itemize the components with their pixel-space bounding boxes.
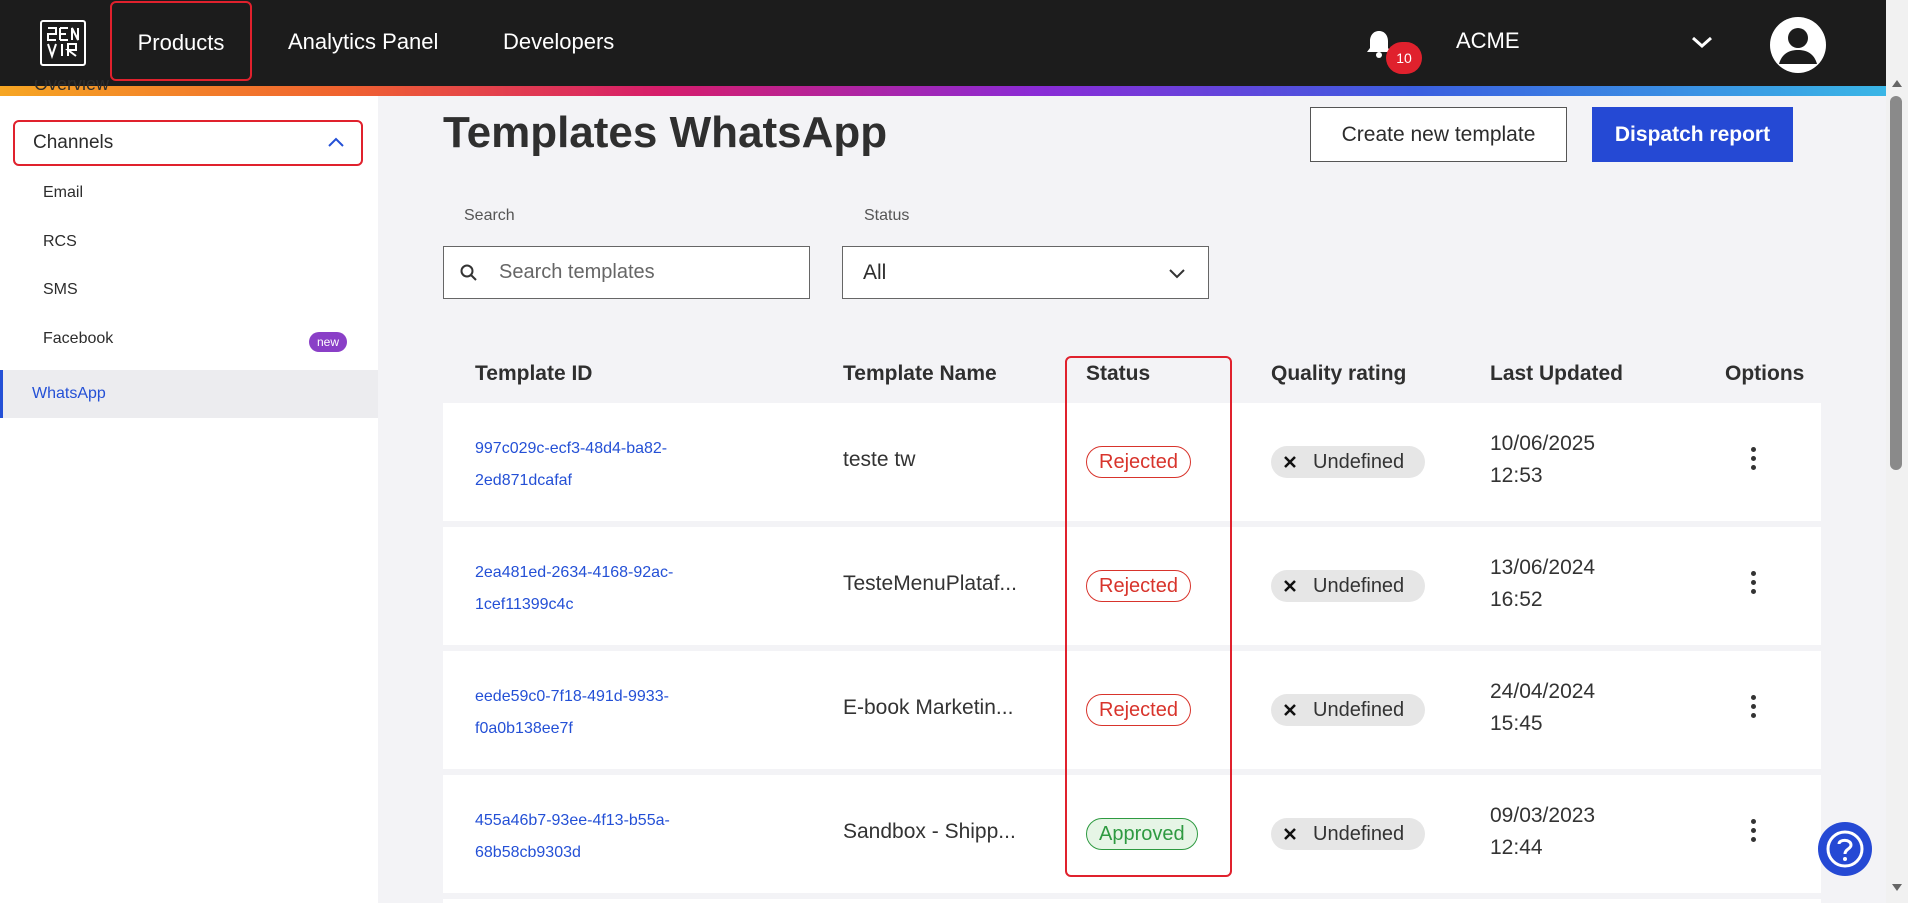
help-button[interactable] bbox=[1818, 822, 1872, 876]
column-header-template-name[interactable]: Template Name bbox=[843, 362, 997, 386]
table-row: 2ea481ed-2634-4168-92ac- 1cef11399c4c Tes… bbox=[443, 527, 1821, 645]
notification-badge: 10 bbox=[1386, 42, 1422, 74]
scroll-up-arrow[interactable] bbox=[1892, 80, 1902, 87]
template-id-link[interactable]: 2ea481ed-2634-4168-92ac- 1cef11399c4c bbox=[475, 557, 725, 621]
template-id-link[interactable]: eede59c0-7f18-491d-9933- f0a0b138ee7f bbox=[475, 681, 725, 745]
company-logo[interactable] bbox=[40, 20, 86, 66]
nav-developers[interactable]: Developers bbox=[503, 0, 614, 80]
table-row bbox=[443, 899, 1821, 903]
new-badge: new bbox=[309, 332, 347, 352]
column-header-last-updated[interactable]: Last Updated bbox=[1490, 362, 1623, 386]
scroll-down-arrow[interactable] bbox=[1892, 884, 1902, 891]
table-header: Template ID Template Name Status Quality… bbox=[443, 356, 1821, 402]
status-badge: Approved bbox=[1086, 818, 1198, 850]
sidebar-channels-toggle[interactable]: Channels bbox=[13, 120, 363, 166]
status-badge: Rejected bbox=[1086, 694, 1191, 726]
table-row: eede59c0-7f18-491d-9933- f0a0b138ee7f E-b… bbox=[443, 651, 1821, 769]
column-header-status[interactable]: Status bbox=[1086, 362, 1150, 386]
status-filter-label: Status bbox=[864, 207, 910, 224]
search-field[interactable] bbox=[443, 246, 810, 299]
template-name: TesteMenuPlataf... bbox=[843, 572, 1017, 595]
template-name: teste tw bbox=[843, 448, 916, 471]
scroll-thumb[interactable] bbox=[1890, 96, 1902, 470]
search-label: Search bbox=[464, 207, 515, 224]
close-icon bbox=[1284, 580, 1296, 592]
more-options-icon[interactable] bbox=[1743, 815, 1763, 851]
create-template-button[interactable]: Create new template bbox=[1310, 107, 1567, 162]
sidebar-item-overview[interactable]: Overview bbox=[34, 80, 109, 100]
quality-rating-badge: Undefined bbox=[1271, 694, 1425, 726]
dispatch-report-button[interactable]: Dispatch report bbox=[1592, 107, 1793, 162]
column-header-options: Options bbox=[1725, 362, 1805, 385]
status-filter-select[interactable]: All bbox=[842, 246, 1209, 299]
chevron-down-icon[interactable] bbox=[1690, 32, 1714, 52]
quality-rating-badge: Undefined bbox=[1271, 818, 1425, 850]
status-badge: Rejected bbox=[1086, 570, 1191, 602]
channels-label: Channels bbox=[33, 132, 114, 153]
quality-rating-badge: Undefined bbox=[1271, 570, 1425, 602]
last-updated: 24/04/2024 15:45 bbox=[1490, 680, 1596, 735]
template-name: Sandbox - Shipp... bbox=[843, 820, 1016, 843]
sidebar-item-rcs[interactable]: RCS bbox=[43, 233, 77, 251]
chevron-down-icon bbox=[1169, 269, 1185, 279]
table-row: 455a46b7-93ee-4f13-b55a- 68b58cb9303d San… bbox=[443, 775, 1821, 893]
close-icon bbox=[1284, 704, 1296, 716]
column-header-quality-rating[interactable]: Quality rating bbox=[1271, 362, 1406, 386]
chevron-up-icon bbox=[328, 137, 344, 147]
help-icon bbox=[1826, 830, 1864, 868]
last-updated: 10/06/2025 12:53 bbox=[1490, 432, 1596, 487]
quality-rating-badge: Undefined bbox=[1271, 446, 1425, 478]
nav-analytics-panel[interactable]: Analytics Panel bbox=[288, 0, 438, 80]
user-avatar[interactable] bbox=[1770, 17, 1826, 73]
sidebar: Overview Channels Email RCS SMS Facebook… bbox=[0, 80, 378, 903]
sidebar-item-sms[interactable]: SMS bbox=[43, 281, 78, 299]
table-row: 997c029c-ecf3-48d4-ba82- 2ed871dcafaf tes… bbox=[443, 403, 1821, 521]
nav-products[interactable]: Products bbox=[110, 1, 252, 81]
sidebar-item-email[interactable]: Email bbox=[43, 184, 83, 202]
search-icon bbox=[460, 264, 477, 281]
last-updated: 13/06/2024 16:52 bbox=[1490, 556, 1596, 611]
more-options-icon[interactable] bbox=[1743, 567, 1763, 603]
template-id-link[interactable]: 455a46b7-93ee-4f13-b55a- 68b58cb9303d bbox=[475, 805, 725, 869]
more-options-icon[interactable] bbox=[1743, 691, 1763, 727]
page-title: Templates WhatsApp bbox=[443, 108, 888, 157]
template-id-link[interactable]: 997c029c-ecf3-48d4-ba82- 2ed871dcafaf bbox=[475, 433, 725, 497]
column-header-template-id[interactable]: Template ID bbox=[475, 362, 592, 386]
sidebar-item-whatsapp[interactable]: WhatsApp bbox=[0, 370, 378, 418]
search-input[interactable] bbox=[499, 247, 799, 298]
close-icon bbox=[1284, 456, 1296, 468]
sidebar-item-facebook[interactable]: Facebook bbox=[43, 330, 113, 348]
status-filter-value: All bbox=[863, 261, 887, 284]
status-badge: Rejected bbox=[1086, 446, 1191, 478]
org-name[interactable]: ACME bbox=[1456, 28, 1520, 54]
top-navbar: Products Analytics Panel Developers 10 A… bbox=[0, 0, 1886, 86]
page-scrollbar[interactable] bbox=[1886, 0, 1908, 903]
more-options-icon[interactable] bbox=[1743, 443, 1763, 479]
last-updated: 09/03/2023 12:44 bbox=[1490, 804, 1596, 859]
template-name: E-book Marketin... bbox=[843, 696, 1014, 719]
close-icon bbox=[1284, 828, 1296, 840]
brand-gradient-bar bbox=[0, 86, 1886, 96]
